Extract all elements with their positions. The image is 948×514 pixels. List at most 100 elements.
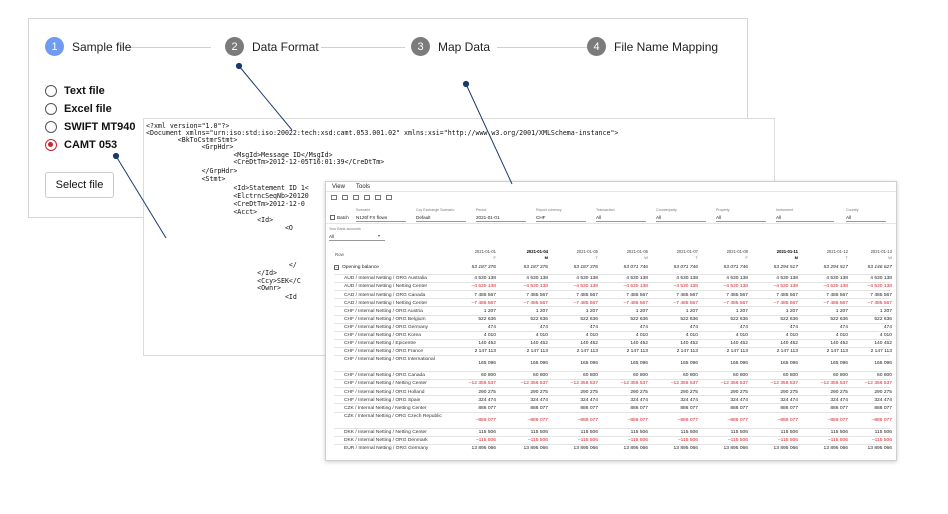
step-map-data[interactable]: 3 Map Data bbox=[411, 37, 490, 56]
select-file-button[interactable]: Select file bbox=[45, 172, 114, 198]
table-row[interactable]: CHF / Internal Netting / ORG Canada 60 80… bbox=[334, 371, 892, 379]
column-date-header[interactable]: 2021-01-01 bbox=[456, 249, 496, 254]
table-cell: 522 636 bbox=[830, 316, 848, 322]
table-cell: 115 506 bbox=[730, 429, 748, 435]
table-cell: –115 506 bbox=[577, 437, 598, 443]
column-date-header[interactable]: 2021-01-08 bbox=[708, 249, 748, 254]
table-cell: –886 077 bbox=[527, 417, 548, 423]
table-row[interactable]: CHF / Internal Netting / ORG France 2 147… bbox=[334, 346, 892, 355]
step-sample-file[interactable]: 1 Sample file bbox=[45, 37, 131, 56]
table-row[interactable]: DKK / Internal Netting / ORG Denmark –115… bbox=[334, 435, 892, 444]
filter-select[interactable]: All bbox=[716, 215, 721, 220]
table-cell: –115 506 bbox=[777, 437, 798, 443]
column-date-header[interactable]: 2021-01-05 bbox=[558, 249, 598, 254]
table-cell: 1 207 bbox=[585, 308, 598, 314]
select-underline bbox=[356, 221, 406, 222]
option-excel-file[interactable]: Excel file bbox=[45, 103, 112, 115]
batch-label: Batch bbox=[337, 215, 349, 220]
table-row[interactable]: CZK / Internal Netting / Netting Center 8… bbox=[334, 403, 892, 411]
step-data-format[interactable]: 2 Data Format bbox=[225, 37, 319, 56]
select-underline bbox=[596, 221, 646, 222]
chevron-down-icon[interactable]: ▾ bbox=[378, 233, 380, 238]
table-row[interactable]: CHF / Internal Netting / ORG Germany 474 4… bbox=[334, 322, 892, 331]
table-cell: 324 474 bbox=[780, 397, 798, 403]
table-row[interactable]: CHF / Internal Netting / ORG Holland 290 … bbox=[334, 387, 892, 395]
table-row[interactable]: CHF / Internal Netting / Netting Center –… bbox=[334, 379, 892, 387]
batch-checkbox[interactable] bbox=[330, 215, 335, 220]
column-date-header[interactable]: 2021-01-11 bbox=[758, 249, 798, 254]
table-row[interactable]: CHF / Internal Netting / ORG Austria 1 20… bbox=[334, 306, 892, 314]
table-row[interactable]: CHF / Internal Netting / ORG Spain 324 47… bbox=[334, 395, 892, 403]
table-row[interactable]: CHF / Internal Netting / ORG Korea 4 010 4… bbox=[334, 330, 892, 339]
step-file-name-mapping[interactable]: 4 File Name Mapping bbox=[587, 37, 718, 56]
table-cell: –4 530 138 bbox=[523, 284, 548, 290]
select-underline bbox=[329, 240, 385, 241]
table-row[interactable]: DKK / Internal Netting / Netting Center 1… bbox=[334, 427, 892, 436]
table-cell: –886 077 bbox=[475, 417, 496, 423]
table-cell: –4 530 138 bbox=[673, 284, 698, 290]
table-cell: 140 452 bbox=[630, 341, 648, 347]
column-day-header: F bbox=[493, 255, 496, 260]
table-cell: 53 187 376 bbox=[523, 265, 548, 270]
table-cell: 115 506 bbox=[580, 429, 598, 435]
chart-icon[interactable] bbox=[375, 195, 381, 200]
column-date-header[interactable]: 2021-01-13 bbox=[852, 249, 892, 254]
table-cell: –7 485 567 bbox=[773, 300, 798, 306]
table-row[interactable]: CHF / Internal Netting / ORG Internation… bbox=[334, 355, 892, 371]
menu-tools[interactable]: Tools bbox=[356, 184, 370, 190]
table-row[interactable]: CHF / Internal Netting / ORG Belgium 522 … bbox=[334, 314, 892, 323]
folder-icon[interactable] bbox=[331, 195, 337, 200]
table-cell: 7 485 567 bbox=[726, 292, 748, 298]
radio-button-selected[interactable] bbox=[45, 139, 57, 151]
filter-label: Counterparty bbox=[656, 208, 677, 212]
radio-button[interactable] bbox=[45, 85, 57, 97]
table-row[interactable]: CZK / Internal Netting / ORG Czech Repub… bbox=[334, 411, 892, 428]
option-camt-053[interactable]: CAMT 053 bbox=[45, 139, 117, 151]
filter-select[interactable]: All bbox=[656, 215, 661, 220]
filter-select[interactable]: All bbox=[776, 215, 781, 220]
table-row[interactable]: CHF / Internal Netting / Epicentre 140 45… bbox=[334, 338, 892, 347]
opening-balance-row[interactable]: − Opening balance 53 187 376 53 187 376 53 1… bbox=[334, 264, 892, 274]
step-label: File Name Mapping bbox=[614, 39, 719, 54]
filter-select[interactable]: All bbox=[596, 215, 601, 220]
table-cell: 290 275 bbox=[630, 389, 648, 395]
column-date-header[interactable]: 2021-01-12 bbox=[808, 249, 848, 254]
radio-button[interactable] bbox=[45, 121, 57, 133]
table-cell: –4 530 138 bbox=[573, 284, 598, 290]
table-cell: 1 207 bbox=[483, 308, 496, 314]
bank-accounts-select[interactable]: All bbox=[329, 234, 334, 239]
table-cell: –12 356 537 bbox=[468, 381, 496, 387]
link-icon[interactable] bbox=[342, 195, 348, 200]
filter-select[interactable]: N126f FX flows bbox=[356, 215, 387, 220]
table-cell: 324 474 bbox=[874, 397, 892, 403]
table-cell: 290 275 bbox=[874, 389, 892, 395]
filter-select[interactable]: CHF bbox=[536, 215, 545, 220]
table-row[interactable]: CAD / Internal Netting / Netting Center –… bbox=[334, 298, 892, 306]
column-date-header[interactable]: 2021-01-04 bbox=[508, 249, 548, 254]
table-row[interactable]: EUR / Internal Netting / ORG Germany 13 8… bbox=[334, 443, 892, 452]
option-swift-mt940[interactable]: SWIFT MT940 bbox=[45, 121, 136, 133]
option-text-file[interactable]: Text file bbox=[45, 85, 105, 97]
table-cell: 522 636 bbox=[780, 316, 798, 322]
line-chart-icon[interactable] bbox=[386, 195, 392, 200]
table-cell: 60 800 bbox=[533, 373, 548, 379]
filter-select[interactable]: Default bbox=[416, 215, 431, 220]
column-date-header[interactable]: 2021-01-07 bbox=[658, 249, 698, 254]
document-icon[interactable] bbox=[353, 195, 359, 200]
table-row[interactable]: CAD / Internal Netting / ORG Canada 7 485… bbox=[334, 290, 892, 298]
table-cell: –115 506 bbox=[677, 437, 698, 443]
row-label: CAD / Internal Netting / ORG Canada bbox=[344, 292, 426, 298]
collapse-icon[interactable]: − bbox=[334, 265, 339, 271]
table-cell: 53 187 376 bbox=[471, 265, 496, 270]
table-cell: 4 010 bbox=[483, 333, 496, 339]
menu-view[interactable]: View bbox=[332, 184, 345, 190]
table-cell: 165 096 bbox=[530, 361, 548, 366]
filter-select[interactable]: 2021-01-01 bbox=[476, 215, 500, 220]
grid-icon[interactable] bbox=[364, 195, 370, 200]
radio-button[interactable] bbox=[45, 103, 57, 115]
filter-label: Property bbox=[716, 208, 730, 212]
column-date-header[interactable]: 2021-01-06 bbox=[608, 249, 648, 254]
table-row[interactable]: AUD / Internal Netting / Netting Center –… bbox=[334, 282, 892, 290]
filter-select[interactable]: All bbox=[846, 215, 851, 220]
table-row[interactable]: AUD / Internal Netting / ORG Australia 4 … bbox=[334, 274, 892, 282]
